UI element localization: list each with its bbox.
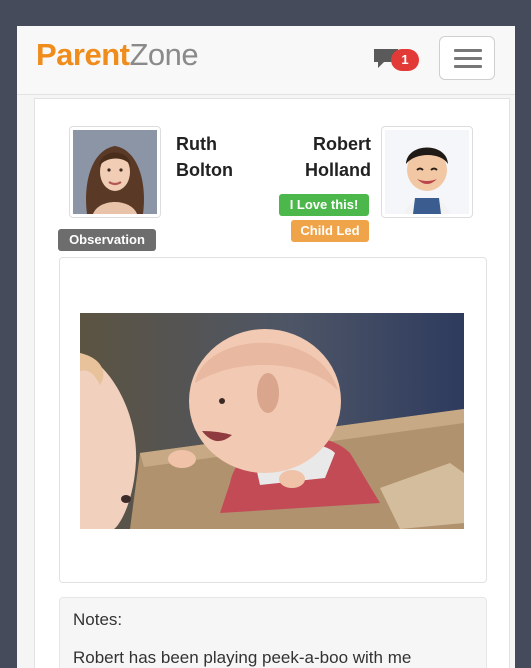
staff-last-name: Bolton <box>176 160 233 180</box>
observation-photo[interactable] <box>80 313 464 529</box>
brand-logo[interactable]: ParentZone <box>36 37 199 73</box>
child-name: Robert Holland <box>287 131 371 183</box>
tag-i-love-this[interactable]: I Love this! <box>279 194 369 216</box>
observation-card: Ruth Bolton Robert Holland I Love this! … <box>34 98 510 668</box>
menu-button[interactable] <box>439 36 495 80</box>
notes-section: Notes: Robert has been playing peek-a-bo… <box>59 597 487 668</box>
app-screen: ParentZone 1 Ruth Bolton Robert Holland … <box>17 26 515 668</box>
child-photo <box>385 130 469 214</box>
staff-avatar[interactable] <box>69 126 161 218</box>
observation-photo-card <box>59 257 487 583</box>
notes-title: Notes: <box>73 610 123 629</box>
staff-photo <box>73 130 157 214</box>
tag-child-led[interactable]: Child Led <box>291 220 369 242</box>
observation-type-label: Observation <box>58 229 156 251</box>
brand-logo-part2: Zone <box>129 37 199 72</box>
notification-badge[interactable]: 1 <box>391 49 419 71</box>
notes-text: Robert has been playing peek-a-boo with … <box>73 648 412 667</box>
brand-logo-part1: Parent <box>36 37 130 72</box>
app-header: ParentZone 1 <box>17 26 515 95</box>
staff-name: Ruth Bolton <box>176 131 233 183</box>
staff-first-name: Ruth <box>176 134 217 154</box>
child-avatar[interactable] <box>381 126 473 218</box>
hamburger-menu-icon <box>454 49 482 52</box>
child-last-name: Holland <box>305 160 371 180</box>
child-first-name: Robert <box>313 134 371 154</box>
